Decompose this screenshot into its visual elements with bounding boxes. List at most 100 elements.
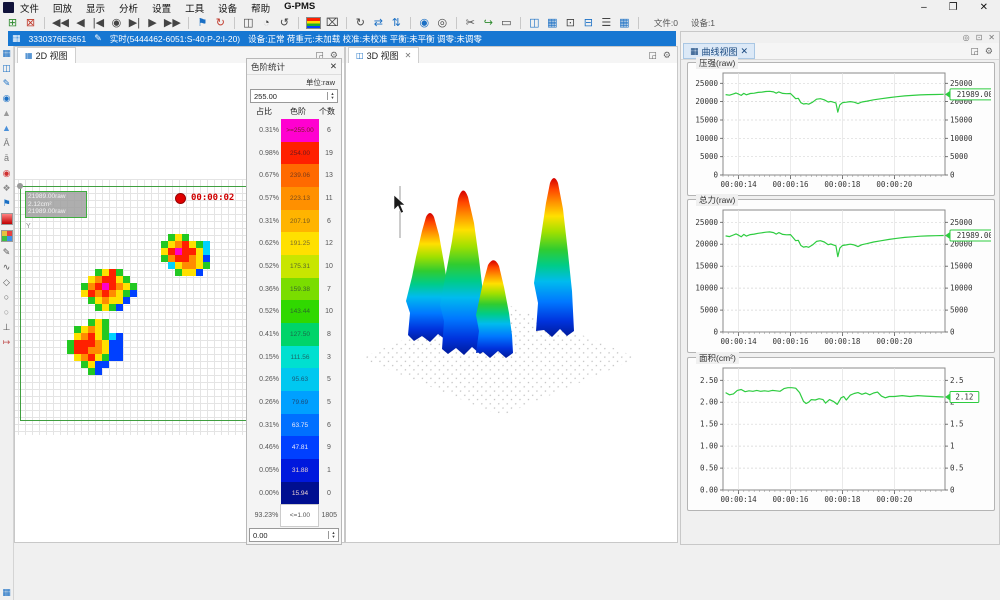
menu-6[interactable]: 工具 (185, 1, 204, 15)
tab-curve-icon: ▦ (690, 46, 699, 57)
close-button[interactable]: ✕ (980, 2, 988, 13)
add-view-button[interactable]: ⊞ (6, 16, 19, 30)
pressure-cell (88, 283, 95, 290)
loop-button[interactable]: ↻ (214, 16, 227, 30)
maximize-button[interactable]: ❐ (949, 2, 958, 13)
play-start-button[interactable]: |◀ (92, 16, 105, 30)
polyline-icon[interactable]: ∿ (1, 262, 13, 272)
layout-columns-button[interactable]: ◫ (528, 16, 541, 30)
close-icon[interactable]: ✕ (330, 61, 337, 72)
target-icon[interactable]: ◉ (1, 93, 13, 103)
svg-text:00:00:16: 00:00:16 (772, 180, 809, 189)
target-on-button[interactable]: ◉ (418, 16, 431, 30)
bottom-grid-icon[interactable]: ▦ (1, 587, 13, 597)
record-button[interactable]: ◉ (110, 16, 123, 30)
close-view-button[interactable]: ⊠ (24, 16, 37, 30)
ellipse-select-icon[interactable]: ○ (1, 292, 13, 302)
export-button[interactable]: ↪ (482, 16, 495, 30)
view-3d-icon[interactable]: ◫ (1, 63, 13, 73)
tab-3d-view[interactable]: ◫ 3D 视图 ✕ (348, 47, 419, 63)
export-region-icon[interactable]: ↦ (1, 337, 13, 347)
menu-1[interactable]: 文件 (20, 1, 39, 15)
app-logo-icon (3, 2, 14, 13)
menu-5[interactable]: 设置 (152, 1, 171, 15)
dock-close-icon[interactable]: ✕ (988, 33, 995, 42)
palette-icon[interactable] (1, 230, 13, 242)
pressure-cell (168, 241, 175, 248)
ruler-icon[interactable]: ⊥ (1, 322, 13, 332)
avg-end-icon[interactable]: ā (1, 153, 13, 163)
tab-close-icon[interactable]: ✕ (741, 46, 749, 57)
canvas-3d[interactable] (346, 63, 677, 542)
polygon-icon[interactable]: ◇ (1, 277, 13, 287)
play-end-button[interactable]: ▶| (128, 16, 141, 30)
video-button[interactable]: ◫ (242, 16, 255, 30)
view-2d-icon[interactable]: ▦ (1, 48, 13, 58)
panel-3d: ◫ 3D 视图 ✕ ◲ ⚙ (345, 46, 678, 543)
edit-icon[interactable]: ✎ (94, 33, 102, 44)
circle-select-icon[interactable]: ○ (1, 307, 13, 317)
clear-button[interactable]: ⌧ (326, 16, 339, 30)
dock-float-icon[interactable]: ◎ (963, 33, 970, 42)
brush-icon[interactable]: ✎ (1, 78, 13, 88)
tab-close-icon[interactable]: ✕ (405, 51, 412, 60)
settings-gear-icon[interactable]: ⚙ (985, 46, 993, 57)
max-level-spinner[interactable]: 255.00 ▲▼ (250, 89, 338, 103)
pressure-cell (102, 304, 109, 311)
skip-start-button[interactable]: ◀◀ (52, 16, 69, 30)
dock-maximize-icon[interactable]: ⊡ (976, 33, 983, 42)
layout-monitor-button[interactable]: ⊟ (582, 16, 595, 30)
menu-7[interactable]: 设备 (218, 1, 237, 15)
menu-8[interactable]: 帮助 (251, 1, 270, 15)
flip-horizontal-button[interactable]: ⇄ (372, 16, 385, 30)
record-target-icon[interactable]: ◉ (1, 168, 13, 178)
pressure-cell (196, 248, 203, 255)
frame-button[interactable]: ▭ (500, 16, 513, 30)
settings-gear-icon[interactable]: ⚙ (663, 50, 671, 61)
spinner-arrows[interactable]: ▲▼ (327, 92, 337, 100)
minimize-button[interactable]: – (921, 2, 927, 13)
pressure-cell (109, 304, 116, 311)
layout-tiles-button[interactable]: ▦ (618, 16, 631, 30)
pencil-icon[interactable]: ✎ (1, 247, 13, 257)
expand-icon[interactable]: ◲ (648, 50, 657, 61)
menu-4[interactable]: 分析 (119, 1, 138, 15)
peak-gray-icon[interactable]: ▲ (1, 108, 13, 118)
step-back-button[interactable]: ◀ (74, 16, 87, 30)
menu-3[interactable]: 显示 (86, 1, 105, 15)
tab-2d-view[interactable]: ▦ 2D 视图 (17, 47, 76, 63)
sensor-handle[interactable] (17, 183, 23, 189)
step-forward-button[interactable]: ▶ (146, 16, 159, 30)
menu-9[interactable]: G-PMS (284, 1, 315, 15)
pressure-cell (81, 354, 88, 361)
menu-2[interactable]: 回放 (53, 1, 72, 15)
rotate-button[interactable]: ↻ (354, 16, 367, 30)
stamp-icon[interactable]: ❖ (1, 183, 13, 193)
pressure-cell (109, 290, 116, 297)
flip-vertical-button[interactable]: ⇅ (390, 16, 403, 30)
pressure-cell (116, 276, 123, 283)
layout-list-button[interactable]: ☰ (600, 16, 613, 30)
pin-icon[interactable]: ⚑ (1, 198, 13, 208)
skip-end-button[interactable]: ▶▶ (164, 16, 181, 30)
avg-start-icon[interactable]: Ā (1, 138, 13, 148)
color-stats-row: 0.31%>=255.006 (249, 119, 339, 142)
pressure-cell (95, 326, 102, 333)
tab-2d-icon: ▦ (25, 51, 33, 60)
replay-button[interactable]: ↺ (278, 16, 291, 30)
svg-text:20000: 20000 (695, 240, 718, 249)
layout-frame-button[interactable]: ⊡ (564, 16, 577, 30)
gauge-button[interactable]: ◔ (260, 16, 273, 30)
peak-blue-icon[interactable]: ▲ (1, 123, 13, 133)
layout-grid-button[interactable]: ▦ (546, 16, 559, 30)
spinner-arrows[interactable]: ▲▼ (328, 531, 338, 539)
gradient-icon[interactable] (1, 213, 13, 225)
pressure-cell (95, 269, 102, 276)
expand-icon[interactable]: ◲ (970, 46, 979, 57)
cut-button[interactable]: ✂ (464, 16, 477, 30)
target-off-button[interactable]: ◎ (436, 16, 449, 30)
color-scale-button[interactable] (306, 17, 321, 29)
min-level-spinner[interactable]: 0.00 ▲▼ (249, 528, 339, 542)
pin-button[interactable]: ⚑ (196, 16, 209, 30)
svg-text:25000: 25000 (950, 79, 973, 88)
